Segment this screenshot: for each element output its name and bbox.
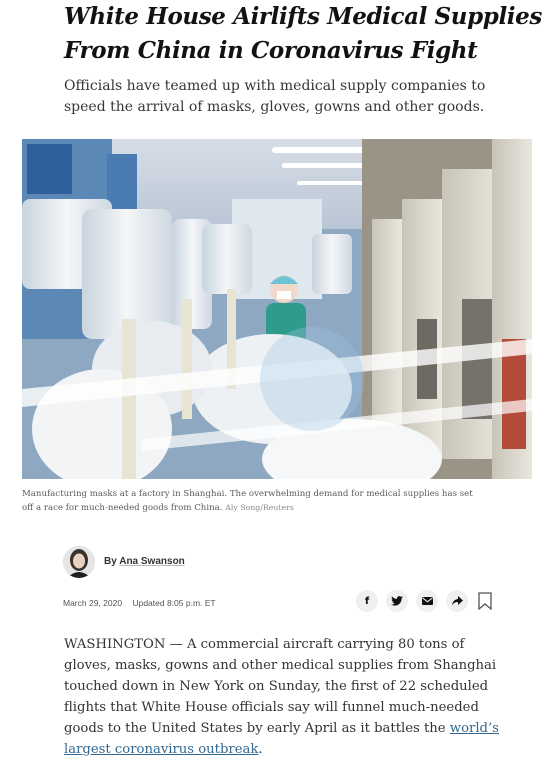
share-tools: f <box>356 590 468 612</box>
body-line-3: touched down in New York on Sunday, the … <box>64 679 489 694</box>
author-link[interactable]: Ana Swanson <box>119 556 185 567</box>
body-line-5: goods to the United States by early Apri… <box>64 718 504 739</box>
bookmark-icon <box>478 592 492 611</box>
lead-photo <box>22 139 532 479</box>
byline: By Ana Swanson <box>104 556 185 567</box>
body-line-5-text: goods to the United States by early Apri… <box>64 721 446 736</box>
updated-time: Updated 8:05 p.m. ET <box>132 598 216 608</box>
photo-caption: Manufacturing masks at a factory in Shan… <box>22 488 532 515</box>
publish-date: March 29, 2020 <box>63 598 123 608</box>
body-line-2: gloves, masks, gowns and other medical s… <box>64 658 497 673</box>
caption-line-1: Manufacturing masks at a factory in Shan… <box>22 489 473 499</box>
author-portrait-icon <box>63 546 95 578</box>
summary-line-1: Officials have teamed up with medical su… <box>64 78 486 94</box>
body-line-1: WASHINGTON — A commercial aircraft carry… <box>64 637 465 652</box>
summary-line-2: speed the arrival of masks, gloves, gown… <box>64 99 485 115</box>
share-arrow-icon <box>451 596 463 606</box>
email-share-button[interactable] <box>416 590 438 612</box>
body-line-4: flights that White House officials say w… <box>64 700 479 715</box>
article-headline: White House Airlifts Medical Supplies Fr… <box>64 0 542 68</box>
article-summary: Officials have teamed up with medical su… <box>64 76 494 118</box>
twitter-icon <box>391 596 403 606</box>
author-avatar[interactable] <box>63 546 95 578</box>
dateline: March 29, 2020 Updated 8:05 p.m. ET <box>63 598 216 608</box>
headline-line-1: White House Airlifts Medical Supplies <box>64 3 542 30</box>
body-line-6: largest coronavirus outbreak. <box>64 739 504 760</box>
caption-line-2: off a race for much-needed goods from Ch… <box>22 503 223 513</box>
article-body: WASHINGTON — A commercial aircraft carry… <box>64 634 504 760</box>
worlds-link[interactable]: world’s <box>450 721 499 736</box>
more-share-button[interactable] <box>446 590 468 612</box>
byline-prefix: By <box>104 556 117 567</box>
facebook-icon: f <box>364 595 370 607</box>
twitter-share-button[interactable] <box>386 590 408 612</box>
email-icon <box>421 597 433 605</box>
headline-line-2: From China in Coronavirus Fight <box>64 37 478 64</box>
facebook-share-button[interactable]: f <box>356 590 378 612</box>
factory-photo-illustration <box>22 139 532 479</box>
save-bookmark-button[interactable] <box>478 592 492 611</box>
body-end-punct: . <box>258 742 263 757</box>
largest-outbreak-link[interactable]: largest coronavirus outbreak <box>64 742 258 757</box>
photo-credit: Aly Song/Reuters <box>225 503 294 512</box>
